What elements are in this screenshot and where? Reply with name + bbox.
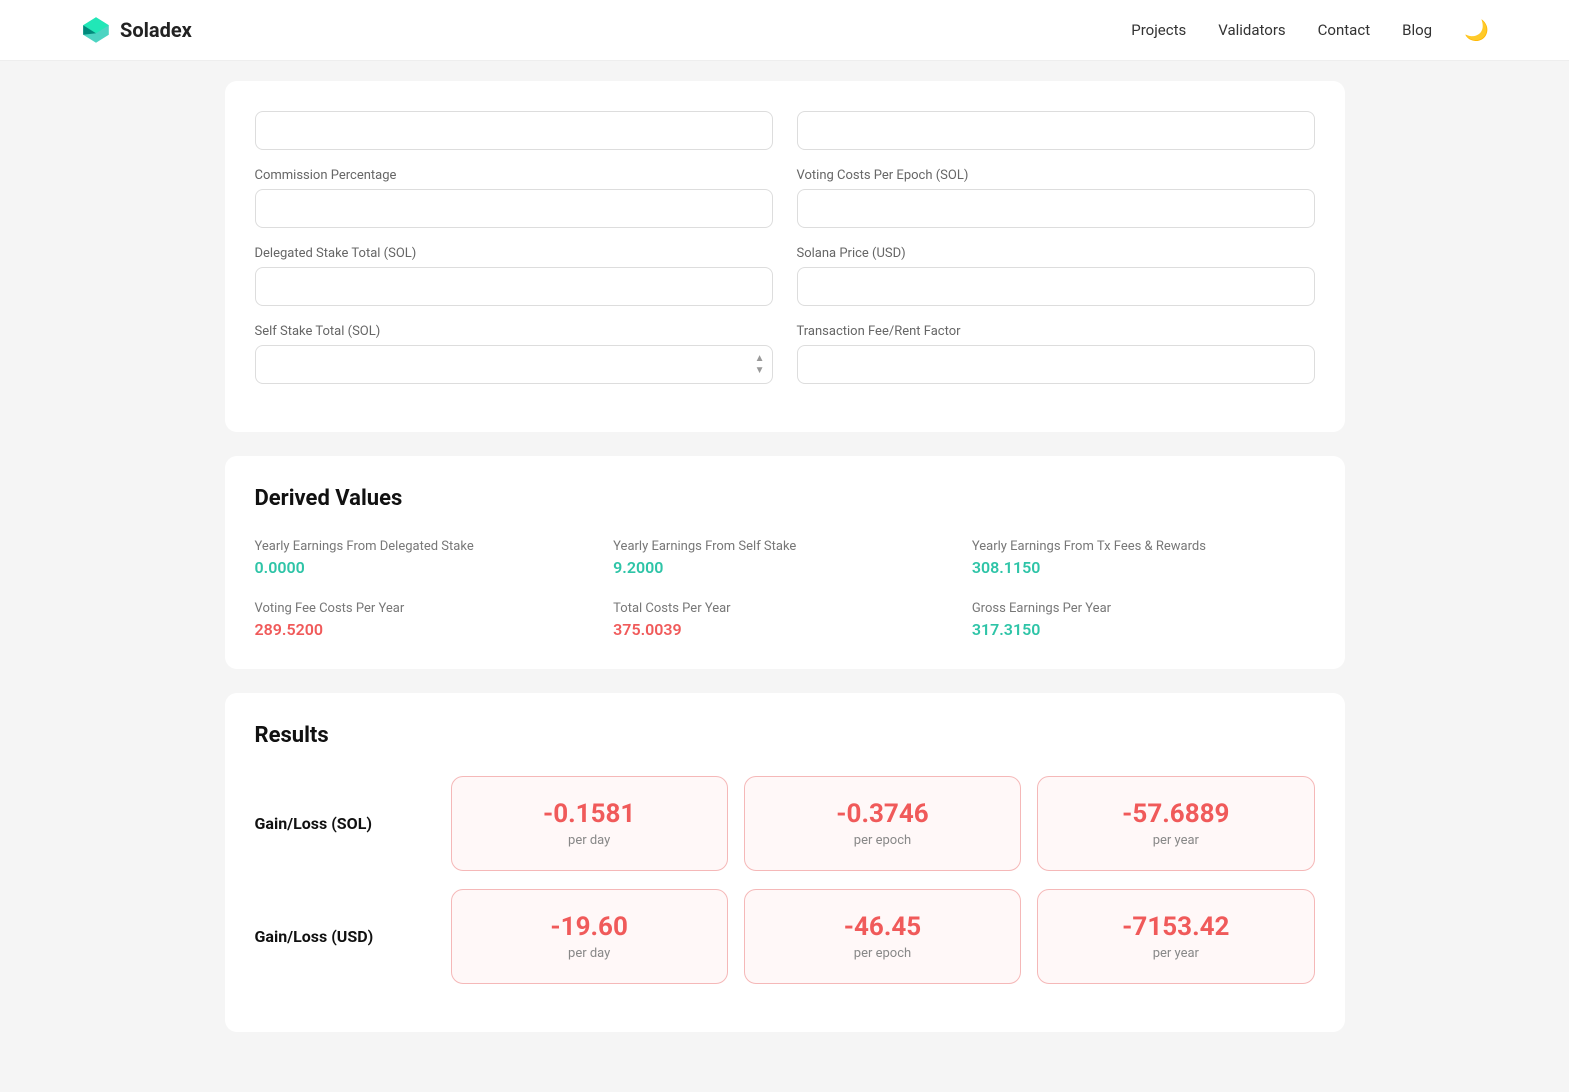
derived-label-4: Total Costs Per Year <box>613 601 956 616</box>
main-nav: Projects Validators Contact Blog 🌙 <box>1131 18 1489 42</box>
result-period-1-2: per year <box>1054 946 1297 961</box>
spinner-up[interactable]: ▲ <box>755 354 765 364</box>
derived-value-0: 0.0000 <box>255 558 305 577</box>
result-value-1-0: -19.60 <box>468 912 711 942</box>
nav-blog[interactable]: Blog <box>1402 21 1432 39</box>
left-column: 1000 Commission Percentage 0 Delegated S… <box>255 111 773 402</box>
derived-item-0: Yearly Earnings From Delegated Stake 0.0… <box>255 539 598 577</box>
right-column: 0.92 Voting Costs Per Epoch (SOL) 1.9 So… <box>797 111 1315 402</box>
derived-label-0: Yearly Earnings From Delegated Stake <box>255 539 598 554</box>
derived-value-2: 308.1150 <box>972 558 1041 577</box>
top-left-input[interactable]: 1000 <box>255 111 773 150</box>
spinner-down[interactable]: ▼ <box>755 366 765 376</box>
derived-item-3: Voting Fee Costs Per Year 289.5200 <box>255 601 598 639</box>
top-right-field: 0.92 <box>797 111 1315 150</box>
derived-label-5: Gross Earnings Per Year <box>972 601 1315 616</box>
tx-fee-label: Transaction Fee/Rent Factor <box>797 324 1315 339</box>
nav-contact[interactable]: Contact <box>1318 21 1370 39</box>
commission-label: Commission Percentage <box>255 168 773 183</box>
results-title: Results <box>255 723 1315 748</box>
spinner-controls[interactable]: ▲ ▼ <box>755 354 765 376</box>
results-section: Results Gain/Loss (SOL) -0.1581 per day … <box>225 693 1345 1032</box>
row-label-0: Gain/Loss (SOL) <box>255 814 435 833</box>
derived-value-1: 9.2000 <box>613 558 663 577</box>
derived-values-section: Derived Values Yearly Earnings From Dele… <box>225 456 1345 669</box>
results-row-0: Gain/Loss (SOL) -0.1581 per day -0.3746 … <box>255 776 1315 871</box>
top-left-field: 1000 <box>255 111 773 150</box>
result-period-0-2: per year <box>1054 833 1297 848</box>
solana-price-input[interactable]: 124 <box>797 267 1315 306</box>
derived-label-3: Voting Fee Costs Per Year <box>255 601 598 616</box>
delegated-stake-label: Delegated Stake Total (SOL) <box>255 246 773 261</box>
derived-values-grid: Yearly Earnings From Delegated Stake 0.0… <box>255 539 1315 639</box>
commission-input[interactable]: 0 <box>255 189 773 228</box>
result-value-0-1: -0.3746 <box>761 799 1004 829</box>
derived-item-5: Gross Earnings Per Year 317.3150 <box>972 601 1315 639</box>
delegated-stake-input[interactable]: 500000 <box>255 267 773 306</box>
voting-costs-field: Voting Costs Per Epoch (SOL) 1.9 <box>797 168 1315 228</box>
logo-text: Soladex <box>120 18 192 42</box>
dark-mode-toggle[interactable]: 🌙 <box>1464 18 1489 42</box>
derived-label-1: Yearly Earnings From Self Stake <box>613 539 956 554</box>
derived-value-4: 375.0039 <box>613 620 682 639</box>
main-content: 1000 Commission Percentage 0 Delegated S… <box>185 61 1385 1092</box>
result-value-0-2: -57.6889 <box>1054 799 1297 829</box>
commission-field: Commission Percentage 0 <box>255 168 773 228</box>
result-card-0-2: -57.6889 per year <box>1037 776 1314 871</box>
delegated-stake-field: Delegated Stake Total (SOL) 500000 <box>255 246 773 306</box>
derived-values-title: Derived Values <box>255 486 1315 511</box>
result-value-0-0: -0.1581 <box>468 799 711 829</box>
self-stake-field: Self Stake Total (SOL) 1000 ▲ ▼ <box>255 324 773 384</box>
top-right-input[interactable]: 0.92 <box>797 111 1315 150</box>
result-period-0-0: per day <box>468 833 711 848</box>
solana-price-label: Solana Price (USD) <box>797 246 1315 261</box>
derived-value-3: 289.5200 <box>255 620 324 639</box>
self-stake-spinner: 1000 ▲ ▼ <box>255 345 773 384</box>
input-grid: 1000 Commission Percentage 0 Delegated S… <box>225 81 1345 432</box>
voting-costs-label: Voting Costs Per Epoch (SOL) <box>797 168 1315 183</box>
nav-projects[interactable]: Projects <box>1131 21 1186 39</box>
result-card-1-2: -7153.42 per year <box>1037 889 1314 984</box>
result-card-0-1: -0.3746 per epoch <box>744 776 1021 871</box>
tx-fee-field: Transaction Fee/Rent Factor 0.000615 <box>797 324 1315 384</box>
self-stake-label: Self Stake Total (SOL) <box>255 324 773 339</box>
solana-price-field: Solana Price (USD) 124 <box>797 246 1315 306</box>
result-value-1-2: -7153.42 <box>1054 912 1297 942</box>
logo-icon <box>80 14 112 46</box>
results-row-1: Gain/Loss (USD) -19.60 per day -46.45 pe… <box>255 889 1315 984</box>
result-card-1-1: -46.45 per epoch <box>744 889 1021 984</box>
derived-item-1: Yearly Earnings From Self Stake 9.2000 <box>613 539 956 577</box>
result-period-1-0: per day <box>468 946 711 961</box>
result-card-0-0: -0.1581 per day <box>451 776 728 871</box>
result-period-1-1: per epoch <box>761 946 1004 961</box>
derived-label-2: Yearly Earnings From Tx Fees & Rewards <box>972 539 1315 554</box>
site-header: Soladex Projects Validators Contact Blog… <box>0 0 1569 61</box>
self-stake-input[interactable]: 1000 <box>255 345 773 384</box>
voting-costs-input[interactable]: 1.9 <box>797 189 1315 228</box>
row-label-1: Gain/Loss (USD) <box>255 927 435 946</box>
tx-fee-input[interactable]: 0.000615 <box>797 345 1315 384</box>
result-value-1-1: -46.45 <box>761 912 1004 942</box>
nav-validators[interactable]: Validators <box>1218 21 1285 39</box>
result-period-0-1: per epoch <box>761 833 1004 848</box>
logo: Soladex <box>80 14 192 46</box>
derived-value-5: 317.3150 <box>972 620 1041 639</box>
derived-item-4: Total Costs Per Year 375.0039 <box>613 601 956 639</box>
result-card-1-0: -19.60 per day <box>451 889 728 984</box>
derived-item-2: Yearly Earnings From Tx Fees & Rewards 3… <box>972 539 1315 577</box>
